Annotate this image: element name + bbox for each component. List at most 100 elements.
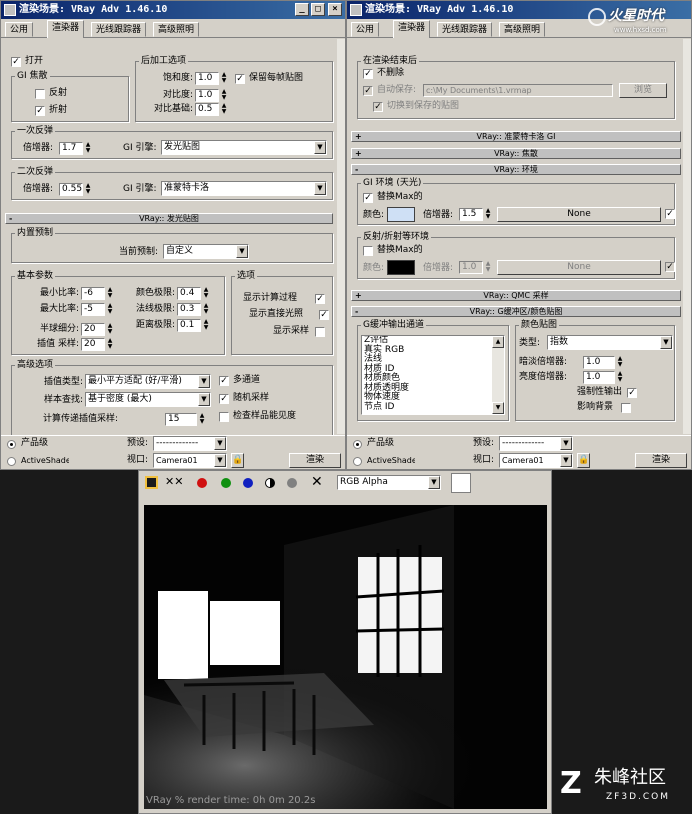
interp-samples-spinner[interactable]: ▲ ▼ bbox=[106, 338, 114, 351]
contrast-input[interactable]: 1.0 bbox=[195, 89, 219, 102]
scroll-up-icon[interactable]: ▲ bbox=[492, 336, 504, 348]
gi-env-map-checkbox[interactable]: ✓ bbox=[665, 209, 675, 219]
caustics-rollup[interactable]: + VRay:: 焦散 bbox=[351, 148, 681, 159]
panel-scrollbar[interactable] bbox=[337, 39, 345, 434]
refl-env-map-button[interactable]: None bbox=[497, 260, 661, 275]
dist-thresh-spinner[interactable]: ▲ ▼ bbox=[202, 319, 210, 332]
activeshade-radio[interactable] bbox=[353, 457, 362, 466]
clear-image-icon[interactable]: ✕✕ bbox=[165, 475, 183, 489]
tab-raytracer[interactable]: 光线跟踪器 bbox=[91, 22, 147, 37]
min-rate-input[interactable]: -6 bbox=[81, 287, 105, 300]
reflect-caustics-checkbox[interactable] bbox=[35, 89, 45, 99]
viewport-select[interactable]: Camera01 ▼ bbox=[499, 453, 573, 468]
browse-button[interactable]: 浏览 bbox=[619, 83, 667, 98]
environment-rollup[interactable]: - VRay:: 环境 bbox=[351, 164, 681, 175]
bright-mult-input[interactable]: 1.0 bbox=[583, 371, 615, 384]
current-preset-select[interactable]: 自定义 ▼ bbox=[163, 244, 249, 259]
tab-common[interactable]: 公用 bbox=[351, 22, 380, 37]
secondary-mult-spinner[interactable]: ▲ ▼ bbox=[84, 183, 92, 196]
clamp-output-checkbox[interactable]: ✓ bbox=[627, 388, 637, 398]
mono-channel-icon[interactable] bbox=[287, 478, 297, 488]
dark-mult-spinner[interactable]: ▲ ▼ bbox=[616, 356, 624, 369]
channel-select[interactable]: RGB Alpha ▼ bbox=[337, 475, 441, 490]
viewport-select[interactable]: Camera01 ▼ bbox=[153, 453, 227, 468]
list-item[interactable]: 真实 RGB bbox=[362, 345, 504, 356]
hsph-input[interactable]: 20 bbox=[81, 323, 105, 336]
refl-env-mult-spinner[interactable]: ▲ ▼ bbox=[484, 261, 492, 274]
tab-common[interactable]: 公用 bbox=[5, 22, 34, 37]
gi-env-color-swatch[interactable] bbox=[387, 207, 415, 222]
dist-thresh-input[interactable]: 0.1 bbox=[177, 319, 201, 332]
hsph-spinner[interactable]: ▲ ▼ bbox=[106, 323, 114, 336]
list-item[interactable]: 节点 ID bbox=[362, 402, 504, 413]
gi-env-mult-spinner[interactable]: ▲ ▼ bbox=[484, 208, 492, 221]
activeshade-radio[interactable] bbox=[7, 457, 16, 466]
refract-caustics-checkbox[interactable]: ✓ bbox=[35, 106, 45, 116]
preset-select[interactable]: ------------- ▼ bbox=[153, 436, 227, 451]
production-radio[interactable] bbox=[353, 440, 362, 449]
dont-delete-checkbox[interactable]: ✓ bbox=[363, 69, 373, 79]
saturation-input[interactable]: 1.0 bbox=[195, 72, 219, 85]
primary-mult-input[interactable]: 1.7 bbox=[59, 142, 83, 155]
affect-bg-checkbox[interactable] bbox=[621, 403, 631, 413]
primary-mult-spinner[interactable]: ▲ ▼ bbox=[84, 142, 92, 155]
minimize-button[interactable]: _ bbox=[295, 3, 309, 16]
refl-env-override-checkbox[interactable] bbox=[363, 246, 373, 256]
render-button[interactable]: 渲染 bbox=[289, 453, 341, 468]
saturation-spinner[interactable]: ▲ ▼ bbox=[220, 72, 228, 85]
clr-thresh-spinner[interactable]: ▲ ▼ bbox=[202, 287, 210, 300]
gi-env-map-button[interactable]: None bbox=[497, 207, 661, 222]
alpha-channel-icon[interactable] bbox=[265, 478, 275, 488]
red-channel-icon[interactable] bbox=[197, 478, 207, 488]
refl-env-mult-input[interactable]: 1.0 bbox=[459, 261, 483, 274]
gi-env-override-checkbox[interactable]: ✓ bbox=[363, 193, 373, 203]
auto-save-path[interactable]: c:\My Documents\1.vrmap bbox=[423, 84, 613, 97]
secondary-engine-select[interactable]: 准蒙特卡洛 ▼ bbox=[161, 181, 327, 196]
show-calc-checkbox[interactable]: ✓ bbox=[315, 294, 325, 304]
refl-env-color-swatch[interactable] bbox=[387, 260, 415, 275]
auto-save-checkbox[interactable]: ✓ bbox=[363, 86, 373, 96]
lock-view-button[interactable]: 🔒 bbox=[231, 453, 244, 468]
list-scrollbar[interactable]: ▲ ▼ bbox=[492, 336, 504, 414]
randomize-checkbox[interactable]: ✓ bbox=[219, 394, 229, 404]
preset-select[interactable]: ------------- ▼ bbox=[499, 436, 573, 451]
tab-raytracer[interactable]: 光线跟踪器 bbox=[437, 22, 493, 37]
color-swatch[interactable] bbox=[451, 473, 471, 493]
check-visibility-checkbox[interactable] bbox=[219, 412, 229, 422]
close-icon[interactable]: ✕ bbox=[311, 474, 323, 490]
tab-renderer[interactable]: 渲染器 bbox=[47, 20, 85, 38]
qmc-gi-rollup[interactable]: + VRay:: 准蒙特卡洛 GI bbox=[351, 131, 681, 142]
calc-pass-input[interactable]: 15 bbox=[165, 413, 197, 426]
nrm-thresh-spinner[interactable]: ▲ ▼ bbox=[202, 303, 210, 316]
production-radio[interactable] bbox=[7, 440, 16, 449]
max-rate-spinner[interactable]: ▲ ▼ bbox=[106, 303, 114, 316]
dark-mult-input[interactable]: 1.0 bbox=[583, 356, 615, 369]
gbuffer-rollup[interactable]: - VRay:: G缓冲区/颜色贴图 bbox=[351, 306, 681, 317]
min-rate-spinner[interactable]: ▲ ▼ bbox=[106, 287, 114, 300]
clr-thresh-input[interactable]: 0.4 bbox=[177, 287, 201, 300]
color-map-type-select[interactable]: 指数 ▼ bbox=[547, 335, 673, 350]
panel-scrollbar[interactable] bbox=[683, 39, 691, 434]
tab-advanced-lighting[interactable]: 高级照明 bbox=[153, 22, 200, 37]
irradiance-map-rollup[interactable]: - VRay:: 发光贴图 bbox=[5, 213, 333, 224]
maximize-button[interactable]: □ bbox=[311, 3, 325, 16]
switch-saved-checkbox[interactable]: ✓ bbox=[373, 102, 383, 112]
tab-renderer[interactable]: 渲染器 bbox=[393, 20, 431, 38]
contrast-base-spinner[interactable]: ▲ ▼ bbox=[220, 103, 228, 116]
save-maps-checkbox[interactable]: ✓ bbox=[235, 74, 245, 84]
render-button[interactable]: 渲染 bbox=[635, 453, 687, 468]
nrm-thresh-input[interactable]: 0.3 bbox=[177, 303, 201, 316]
secondary-mult-input[interactable]: 0.55 bbox=[59, 183, 83, 196]
show-direct-checkbox[interactable]: ✓ bbox=[319, 310, 329, 320]
save-icon[interactable] bbox=[145, 476, 158, 489]
max-rate-input[interactable]: -5 bbox=[81, 303, 105, 316]
qmc-sampler-rollup[interactable]: + VRay:: QMC 采样 bbox=[351, 290, 681, 301]
green-channel-icon[interactable] bbox=[221, 478, 231, 488]
interp-samples-input[interactable]: 20 bbox=[81, 338, 105, 351]
gi-on-checkbox[interactable]: ✓ bbox=[11, 57, 21, 67]
blue-channel-icon[interactable] bbox=[243, 478, 253, 488]
scroll-down-icon[interactable]: ▼ bbox=[492, 402, 504, 414]
gi-env-mult-input[interactable]: 1.5 bbox=[459, 208, 483, 221]
contrast-base-input[interactable]: 0.5 bbox=[195, 103, 219, 116]
refl-env-map-checkbox[interactable]: ✓ bbox=[665, 262, 675, 272]
